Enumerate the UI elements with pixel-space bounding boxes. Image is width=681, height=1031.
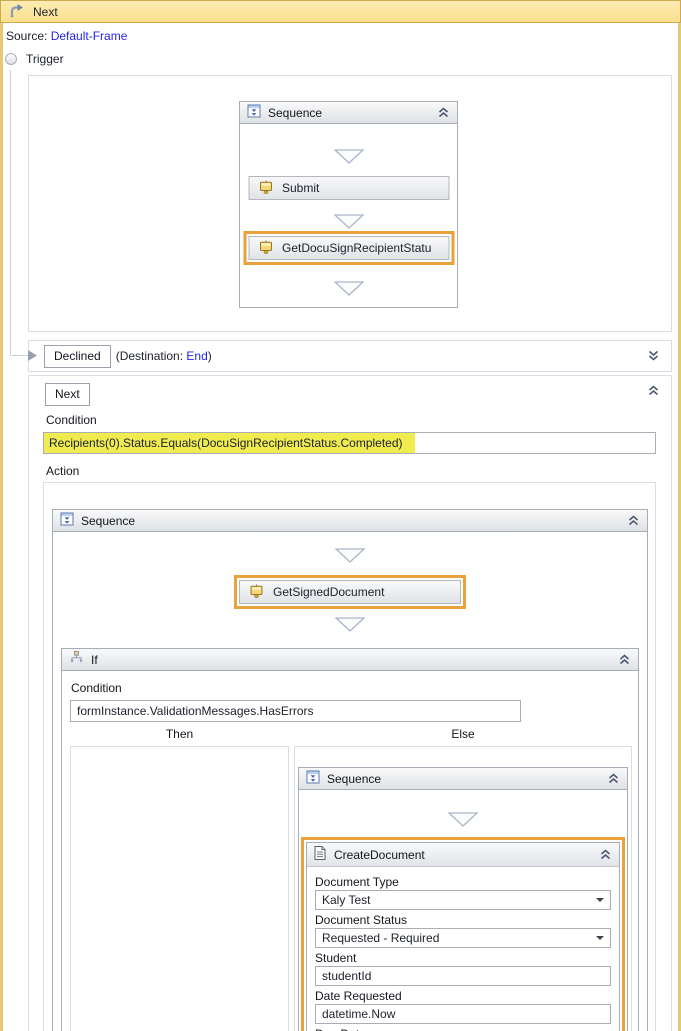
if-header[interactable]: If — [62, 649, 638, 671]
activity-label: Submit — [282, 181, 319, 195]
activity-icon — [249, 584, 264, 601]
chevron-double-up-icon — [627, 515, 640, 526]
trigger-row: Trigger — [5, 52, 64, 66]
collapse-button[interactable] — [607, 773, 620, 784]
field-label-due-date: Due Date — [315, 1027, 611, 1031]
createdocument-title: CreateDocument — [334, 848, 591, 862]
declined-transition-row: Declined (Destination: End) — [28, 340, 672, 372]
if-title: If — [91, 653, 611, 667]
activity-icon — [258, 240, 273, 257]
destination-text: (Destination: End) — [116, 349, 212, 363]
collapse-button[interactable] — [627, 515, 640, 526]
highlighted-condition-text: Recipients(0).Status.Equals(DocuSignReci… — [44, 433, 415, 453]
selection-highlight: GetSignedDocument — [234, 575, 466, 609]
selection-highlight: GetDocuSignRecipientStatu — [243, 231, 454, 265]
activity-label: GetDocuSignRecipientStatu — [282, 241, 431, 255]
else-panel: Sequence — [294, 746, 632, 1031]
flow-connector-icon — [448, 812, 478, 830]
sequence-icon — [60, 512, 74, 529]
trigger-connector-line — [10, 70, 11, 355]
dropdown-arrow-icon — [596, 898, 604, 902]
field-label-document-type: Document Type — [315, 875, 611, 889]
chevron-double-up-icon — [437, 107, 450, 118]
collapse-button[interactable] — [647, 385, 660, 396]
sequence-activity[interactable]: Sequence — [298, 767, 628, 1031]
sequence-header[interactable]: Sequence — [299, 768, 627, 790]
combo-document-status[interactable]: Requested - Required — [315, 928, 611, 948]
trigger-panel: Sequence Submit GetDocuSignRecipientStat… — [28, 75, 672, 332]
field-label-document-status: Document Status — [315, 913, 611, 927]
condition-label: Condition — [46, 413, 97, 427]
combo-document-type[interactable]: Kaly Test — [315, 890, 611, 910]
activity-submit[interactable]: Submit — [248, 176, 449, 200]
trigger-label: Trigger — [26, 52, 64, 66]
declined-connector-line — [11, 355, 28, 356]
if-condition-input[interactable]: formInstance.ValidationMessages.HasError… — [70, 700, 521, 722]
transition-icon — [8, 3, 24, 21]
page-title: Next — [33, 5, 58, 19]
sequence-activity[interactable]: Sequence GetSignedDocument — [52, 509, 648, 1031]
field-label-date-requested: Date Requested — [315, 989, 611, 1003]
activity-icon — [258, 180, 273, 197]
dropdown-arrow-icon — [596, 936, 604, 940]
chevron-double-up-icon — [647, 385, 660, 396]
sequence-title: Sequence — [268, 106, 430, 120]
next-transition-section: Next Condition Recipients(0).Status.Equa… — [28, 375, 672, 1031]
collapse-button[interactable] — [599, 849, 612, 860]
then-label: Then — [70, 727, 289, 741]
collapse-button[interactable] — [437, 107, 450, 118]
sequence-title: Sequence — [81, 514, 620, 528]
field-label-student: Student — [315, 951, 611, 965]
document-icon — [314, 846, 326, 863]
combo-value: Kaly Test — [322, 893, 370, 907]
sequence-activity[interactable]: Sequence Submit GetDocuSignRecipientStat… — [239, 101, 458, 308]
workflow-transition-designer: Next Source: Default-Frame Trigger Seque… — [0, 0, 681, 1031]
date-requested-input[interactable]: datetime.Now — [315, 1004, 611, 1024]
activity-createdocument[interactable]: CreateDocument Document Type Kaly Test — [306, 842, 620, 1031]
action-label: Action — [46, 464, 79, 478]
source-link[interactable]: Default-Frame — [51, 29, 128, 43]
else-label: Else — [294, 727, 632, 741]
if-icon — [69, 651, 84, 668]
activity-getdocusignrecipientstatus[interactable]: GetDocuSignRecipientStatu — [248, 236, 449, 260]
sequence-header[interactable]: Sequence — [240, 102, 457, 124]
source-line: Source: Default-Frame — [6, 29, 127, 43]
combo-value: Requested - Required — [322, 931, 439, 945]
sequence-icon — [306, 770, 320, 787]
source-label: Source: — [6, 29, 47, 43]
trigger-radio-icon[interactable] — [5, 53, 17, 65]
flow-connector-icon — [334, 214, 364, 232]
destination-link[interactable]: End — [186, 349, 207, 363]
selection-highlight: CreateDocument Document Type Kaly Test — [301, 837, 625, 1031]
chevron-double-up-icon — [618, 654, 631, 665]
chevron-double-up-icon — [607, 773, 620, 784]
sequence-header[interactable]: Sequence — [53, 510, 647, 532]
flow-connector-icon — [335, 617, 365, 635]
createdocument-header[interactable]: CreateDocument — [307, 843, 619, 867]
condition-input[interactable]: Recipients(0).Status.Equals(DocuSignReci… — [43, 432, 656, 454]
createdocument-body: Document Type Kaly Test Document Status — [307, 867, 619, 1031]
chevron-double-up-icon — [599, 849, 612, 860]
then-panel[interactable] — [70, 746, 289, 1031]
next-button[interactable]: Next — [45, 383, 90, 406]
declined-button[interactable]: Declined — [44, 345, 111, 368]
selection-border-left — [0, 23, 3, 1031]
condition-label: Condition — [71, 681, 122, 695]
flow-connector-icon — [334, 281, 364, 299]
activity-getsigneddocument[interactable]: GetSignedDocument — [239, 580, 461, 604]
action-panel: Sequence GetSignedDocument — [43, 482, 656, 1031]
connector-arrow-icon — [28, 350, 38, 364]
titlebar: Next — [0, 0, 681, 23]
flow-connector-icon — [335, 548, 365, 566]
collapse-button[interactable] — [618, 654, 631, 665]
sequence-icon — [247, 104, 261, 121]
expand-button[interactable] — [647, 350, 660, 361]
activity-label: GetSignedDocument — [273, 585, 384, 599]
chevron-double-down-icon — [647, 350, 660, 361]
student-input[interactable]: studentId — [315, 966, 611, 986]
sequence-title: Sequence — [327, 772, 600, 786]
if-activity[interactable]: If Condition formInstance.ValidationMess… — [61, 648, 639, 1031]
flow-connector-icon — [334, 149, 364, 167]
